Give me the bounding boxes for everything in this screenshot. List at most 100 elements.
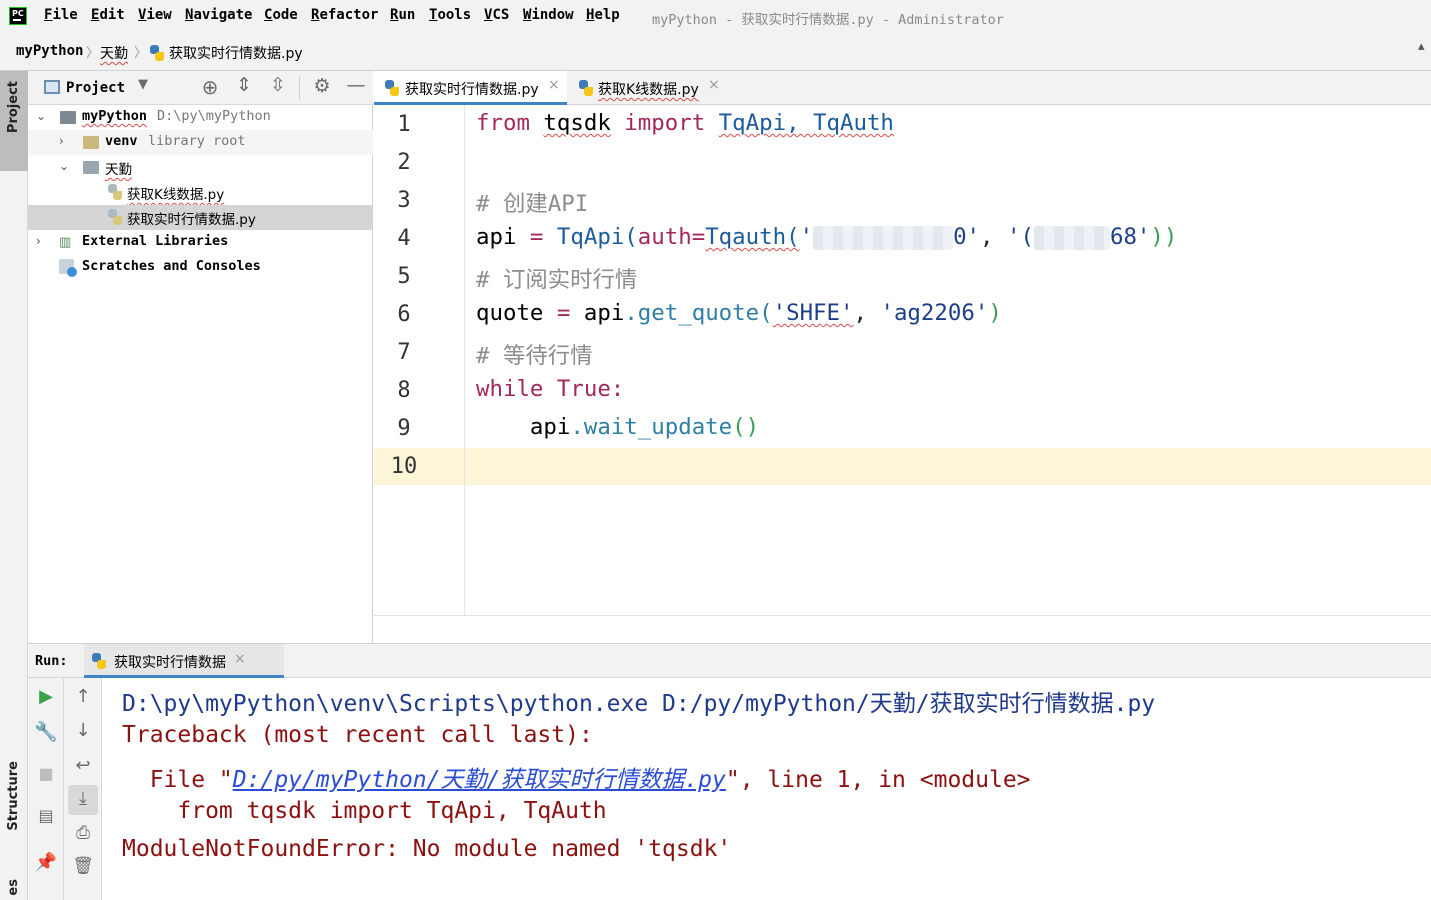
line-number: 4 — [397, 226, 411, 251]
run-tab-label: 获取实时行情数据 — [114, 655, 226, 671]
run-panel-header: Run: 获取实时行情数据 × — [28, 643, 1431, 678]
chevron-right-icon: 〉 — [86, 46, 100, 61]
menu-tools[interactable]: Tools — [429, 7, 471, 23]
menu-refactor[interactable]: Refactor — [311, 7, 378, 23]
string: '( — [1007, 224, 1034, 250]
expand-icon[interactable]: ▴ — [1418, 39, 1425, 54]
wrench-icon[interactable]: 🔧 — [31, 720, 61, 743]
separator: , — [980, 224, 1007, 250]
layout-icon[interactable]: ▤ — [31, 806, 61, 825]
menu-edit[interactable]: Edit — [91, 7, 125, 23]
collapse-all-icon[interactable]: ⇳ — [263, 74, 293, 96]
keyword: True: — [556, 376, 625, 402]
code-line-9: api.wait_update() — [476, 414, 759, 440]
breadcrumb-folder[interactable]: 天勤 — [100, 43, 128, 63]
project-tool-label: Project — [6, 81, 21, 134]
left-tool-stripe: Project Structure es — [0, 71, 28, 900]
divider — [299, 77, 300, 99]
close-icon[interactable]: × — [234, 651, 246, 667]
run-console[interactable]: D:\py\myPython\venv\Scripts\python.exe D… — [102, 678, 1431, 900]
project-panel-title[interactable]: Project — [66, 80, 125, 96]
soft-wrap-icon[interactable]: ↩ — [68, 755, 98, 776]
pin-icon[interactable]: 📌 — [31, 852, 61, 873]
tree-item-external-libraries[interactable]: › ▥ External Libraries — [28, 230, 373, 255]
imported-names: TqApi, TqAuth — [718, 110, 894, 136]
stop-icon[interactable]: ■ — [31, 764, 61, 783]
arrow-down-icon[interactable]: ↓ — [68, 720, 98, 741]
menu-bar: PC File Edit View Navigate Code Refactor… — [0, 0, 1431, 34]
menu-code[interactable]: Code — [264, 7, 298, 23]
breadcrumb-file[interactable]: 获取实时行情数据.py — [169, 43, 303, 63]
python-file-icon — [108, 209, 122, 225]
editor-tabs: 获取实时行情数据.py × 获取K线数据.py × — [374, 71, 1431, 105]
breadcrumb: myPython 〉 天勤 〉 获取实时行情数据.py ▴ — [0, 34, 1431, 71]
menu-navigate[interactable]: Navigate — [185, 7, 252, 23]
gear-icon[interactable]: ⚙ — [307, 75, 337, 97]
operator: = — [516, 224, 557, 250]
line-number: 9 — [397, 416, 411, 441]
hide-icon[interactable]: — — [341, 74, 371, 96]
breadcrumb-project[interactable]: myPython — [16, 43, 83, 59]
paren: ) — [988, 300, 1002, 326]
menu-file[interactable]: File — [44, 7, 78, 23]
file-link[interactable]: D:/py/myPython/天勤/获取实时行情数据.py — [233, 767, 726, 793]
expand-all-icon[interactable]: ⇕ — [229, 74, 259, 96]
tab-realtime[interactable]: 获取实时行情数据.py × — [374, 71, 567, 105]
code-line-8: while True: — [476, 376, 624, 402]
tree-item-venv[interactable]: › venv library root — [28, 130, 373, 155]
library-icon: ▥ — [59, 235, 72, 250]
python-file-icon — [150, 45, 164, 61]
chevron-down-icon[interactable]: ⌄ — [36, 109, 46, 123]
chevron-down-icon[interactable]: ⌄ — [59, 159, 69, 173]
tab-kline[interactable]: 获取K线数据.py × — [568, 71, 728, 105]
line-number: 10 — [390, 454, 418, 479]
favorites-tool-label[interactable]: es — [6, 879, 21, 896]
code-editor[interactable]: from tqsdk import TqApi, TqAuth # 创建API … — [466, 105, 1431, 615]
tree-item-label: myPython — [82, 108, 148, 124]
trash-icon[interactable]: 🗑 — [68, 856, 98, 876]
paren: )) — [1150, 224, 1178, 250]
python-file-icon — [92, 653, 106, 669]
call: TqApi( — [556, 224, 638, 250]
console-traceback-file: File "D:/py/myPython/天勤/获取实时行情数据.py", li… — [122, 760, 1031, 794]
tree-item-label: 天勤 — [105, 162, 132, 178]
operator: = — [543, 300, 584, 326]
kwarg: auth= — [637, 224, 706, 250]
code-line-7: # 等待行情 — [476, 343, 593, 369]
menu-view[interactable]: View — [138, 7, 172, 23]
console-error-message: ModuleNotFoundError: No module named 'tq… — [122, 836, 732, 862]
clock-icon — [67, 267, 77, 277]
tree-item-tianqin[interactable]: ⌄ 天勤 — [28, 155, 373, 180]
tree-item-kline-file[interactable]: 获取K线数据.py — [28, 180, 373, 205]
method: .get_quote( — [624, 300, 773, 326]
line-number: 3 — [397, 188, 411, 213]
variable: quote — [476, 300, 544, 326]
run-icon[interactable]: ▶ — [31, 686, 61, 707]
locate-icon[interactable]: ⊕ — [195, 75, 225, 99]
tree-item-hint: library root — [148, 133, 246, 149]
chevron-right-icon[interactable]: › — [36, 234, 41, 248]
tab-label: 获取实时行情数据.py — [405, 82, 539, 98]
redacted-text — [813, 225, 954, 250]
arrow-up-icon[interactable]: ↑ — [68, 686, 98, 707]
tree-item-project-root[interactable]: ⌄ myPython D:\py\myPython — [28, 105, 373, 130]
menu-window[interactable]: Window — [523, 7, 574, 23]
menu-help[interactable]: Help — [586, 7, 620, 23]
string: 0' — [953, 224, 981, 250]
chevron-right-icon[interactable]: › — [59, 134, 64, 148]
close-icon[interactable]: × — [708, 77, 720, 93]
scroll-to-end-icon[interactable]: ⤓ — [68, 788, 98, 809]
line-number: 1 — [397, 112, 411, 137]
chevron-down-icon[interactable]: ▼ — [128, 77, 158, 92]
print-icon[interactable]: ⎙ — [68, 823, 98, 843]
menu-vcs[interactable]: VCS — [484, 7, 509, 23]
run-tab[interactable]: 获取实时行情数据 × — [84, 644, 284, 678]
project-tool-tab[interactable]: Project — [0, 71, 28, 171]
menu-run[interactable]: Run — [390, 7, 415, 23]
pycharm-logo: PC — [9, 7, 27, 25]
structure-tool-tab[interactable]: Structure — [0, 761, 28, 856]
python-file-icon — [108, 184, 122, 200]
tree-item-realtime-file[interactable]: 获取实时行情数据.py — [28, 205, 373, 230]
tree-item-scratches[interactable]: Scratches and Consoles — [28, 255, 373, 280]
close-icon[interactable]: × — [548, 77, 560, 93]
